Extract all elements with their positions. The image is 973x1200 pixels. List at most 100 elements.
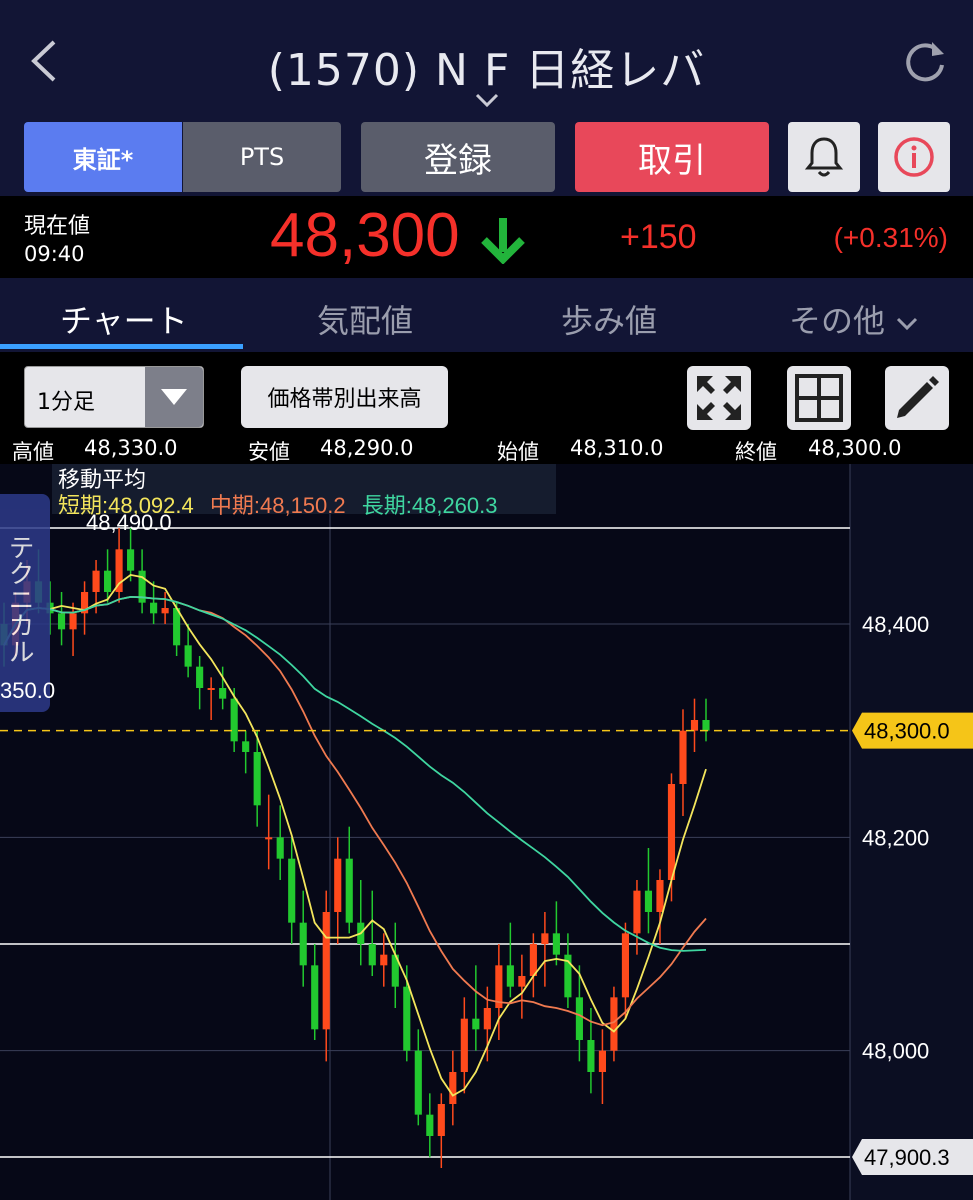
trade-button[interactable]: 取引 bbox=[575, 122, 769, 192]
candle-body bbox=[702, 720, 710, 731]
y-tick-label: 48,200 bbox=[862, 825, 929, 850]
page-title[interactable]: (1570) N F 日経レバ bbox=[120, 34, 853, 98]
candle-body bbox=[276, 837, 284, 859]
candle-body bbox=[575, 997, 583, 1040]
candle-body bbox=[472, 1018, 480, 1030]
candle-body bbox=[437, 1104, 445, 1136]
ma-long: 長期:48,260.3 bbox=[361, 493, 498, 518]
chevron-down-icon[interactable] bbox=[474, 92, 500, 108]
active-tab-indicator bbox=[0, 344, 243, 349]
candle-body bbox=[541, 933, 549, 944]
market-pts-button[interactable]: PTS bbox=[183, 122, 341, 192]
candle-body bbox=[127, 549, 135, 571]
low-price-tag-label: 47,900.3 bbox=[864, 1145, 950, 1170]
price-change-percent: (+0.31%) bbox=[833, 222, 948, 253]
price-bar: 現在値 09:40 48,300 +150 (+0.31%) bbox=[0, 196, 973, 278]
candle-body bbox=[679, 730, 687, 784]
candle-body bbox=[288, 858, 296, 923]
chart-toolbar: 1分足 価格帯別出来高 高値 48,330.0 安値 48,290.0 始値 4… bbox=[0, 352, 973, 464]
candle-body bbox=[414, 1050, 422, 1115]
candle-body bbox=[667, 784, 676, 880]
tab-other-label: その他 bbox=[789, 302, 886, 340]
candle-body bbox=[299, 922, 307, 966]
candle-body bbox=[57, 613, 66, 630]
alert-button[interactable] bbox=[788, 122, 860, 192]
candle-body bbox=[529, 944, 537, 976]
period-select[interactable]: 1分足 bbox=[24, 366, 204, 428]
candle-body bbox=[506, 965, 514, 987]
bell-icon bbox=[804, 137, 844, 177]
y-tick-label: 48,400 bbox=[862, 612, 929, 637]
candle-body bbox=[449, 1072, 457, 1104]
low-label: 安値 bbox=[248, 440, 290, 464]
current-price: 48,300 bbox=[270, 201, 460, 270]
chart-high-label: 48,490.0 bbox=[86, 510, 172, 535]
candle-body bbox=[403, 986, 411, 1051]
candle-body bbox=[92, 570, 100, 592]
price-label: 現在値 bbox=[24, 214, 91, 239]
market-tosho-button[interactable]: 東証* bbox=[24, 122, 182, 192]
y-tick-label: 48,000 bbox=[862, 1039, 929, 1064]
dropdown-button[interactable] bbox=[145, 367, 203, 427]
candle-body bbox=[633, 890, 641, 934]
candle-body bbox=[587, 1040, 595, 1072]
candle-body bbox=[598, 1050, 606, 1072]
open-label: 始値 bbox=[497, 440, 539, 464]
register-button[interactable]: 登録 bbox=[361, 122, 555, 192]
price-change: +150 bbox=[620, 218, 697, 256]
candle-body bbox=[483, 1008, 491, 1030]
tab-bar: チャート 気配値 歩み値 その他 bbox=[0, 278, 973, 352]
candle-body bbox=[207, 688, 215, 690]
info-button[interactable] bbox=[878, 122, 950, 192]
candle-body bbox=[161, 608, 169, 614]
tab-chart[interactable]: チャート bbox=[60, 296, 188, 342]
grid-icon bbox=[795, 374, 843, 422]
fullscreen-button[interactable] bbox=[687, 366, 751, 430]
current-price-tag-label: 48,300.0 bbox=[864, 719, 950, 744]
candle-body bbox=[230, 698, 238, 742]
ma-mid: 中期:48,150.2 bbox=[209, 493, 346, 518]
candle-body bbox=[518, 976, 526, 987]
refresh-icon[interactable] bbox=[902, 38, 948, 84]
high-value: 48,330.0 bbox=[84, 436, 178, 460]
high-label: 高値 bbox=[12, 440, 54, 464]
candle-body bbox=[690, 720, 699, 731]
candle-body bbox=[196, 666, 204, 688]
close-label: 終値 bbox=[735, 440, 777, 464]
plot-area bbox=[0, 464, 850, 1200]
period-select-value: 1分足 bbox=[37, 390, 95, 415]
pencil-icon bbox=[897, 376, 939, 418]
candle-body bbox=[644, 890, 653, 912]
caret-down-icon bbox=[161, 389, 187, 405]
info-icon bbox=[894, 137, 934, 177]
candle-body bbox=[104, 570, 112, 592]
volume-profile-button[interactable]: 価格帯別出来高 bbox=[241, 366, 448, 428]
arrow-down-icon bbox=[481, 218, 525, 264]
candle-body bbox=[426, 1114, 434, 1136]
candle-body bbox=[656, 880, 664, 912]
candle-body bbox=[368, 944, 376, 966]
chevron-left-icon[interactable] bbox=[22, 36, 66, 86]
candle-body bbox=[242, 741, 250, 752]
candle-body bbox=[610, 997, 618, 1051]
candle-body bbox=[265, 837, 273, 840]
tab-quotes[interactable]: 気配値 bbox=[317, 296, 413, 342]
candle-body bbox=[150, 602, 158, 614]
draw-button[interactable] bbox=[885, 366, 949, 430]
candle-body bbox=[253, 752, 261, 806]
price-time: 09:40 bbox=[24, 242, 85, 266]
candle-body bbox=[322, 912, 330, 1030]
technical-label: テクニカル bbox=[4, 534, 34, 664]
low-value: 48,290.0 bbox=[320, 436, 414, 460]
tab-other[interactable]: その他 bbox=[789, 296, 919, 342]
technical-value: 350.0 bbox=[0, 678, 56, 703]
candle-body bbox=[380, 954, 388, 966]
candle-body bbox=[311, 965, 319, 1030]
open-value: 48,310.0 bbox=[570, 436, 664, 460]
candle-body bbox=[460, 1018, 468, 1072]
tab-trades[interactable]: 歩み値 bbox=[561, 296, 657, 342]
candlestick-chart[interactable]: 48,400 48,200 48,000 48,300.0 47,900.3 bbox=[0, 464, 973, 1200]
action-bar: 東証* PTS 登録 取引 bbox=[0, 120, 973, 196]
layout-button[interactable] bbox=[787, 366, 851, 430]
candle-body bbox=[69, 613, 77, 630]
